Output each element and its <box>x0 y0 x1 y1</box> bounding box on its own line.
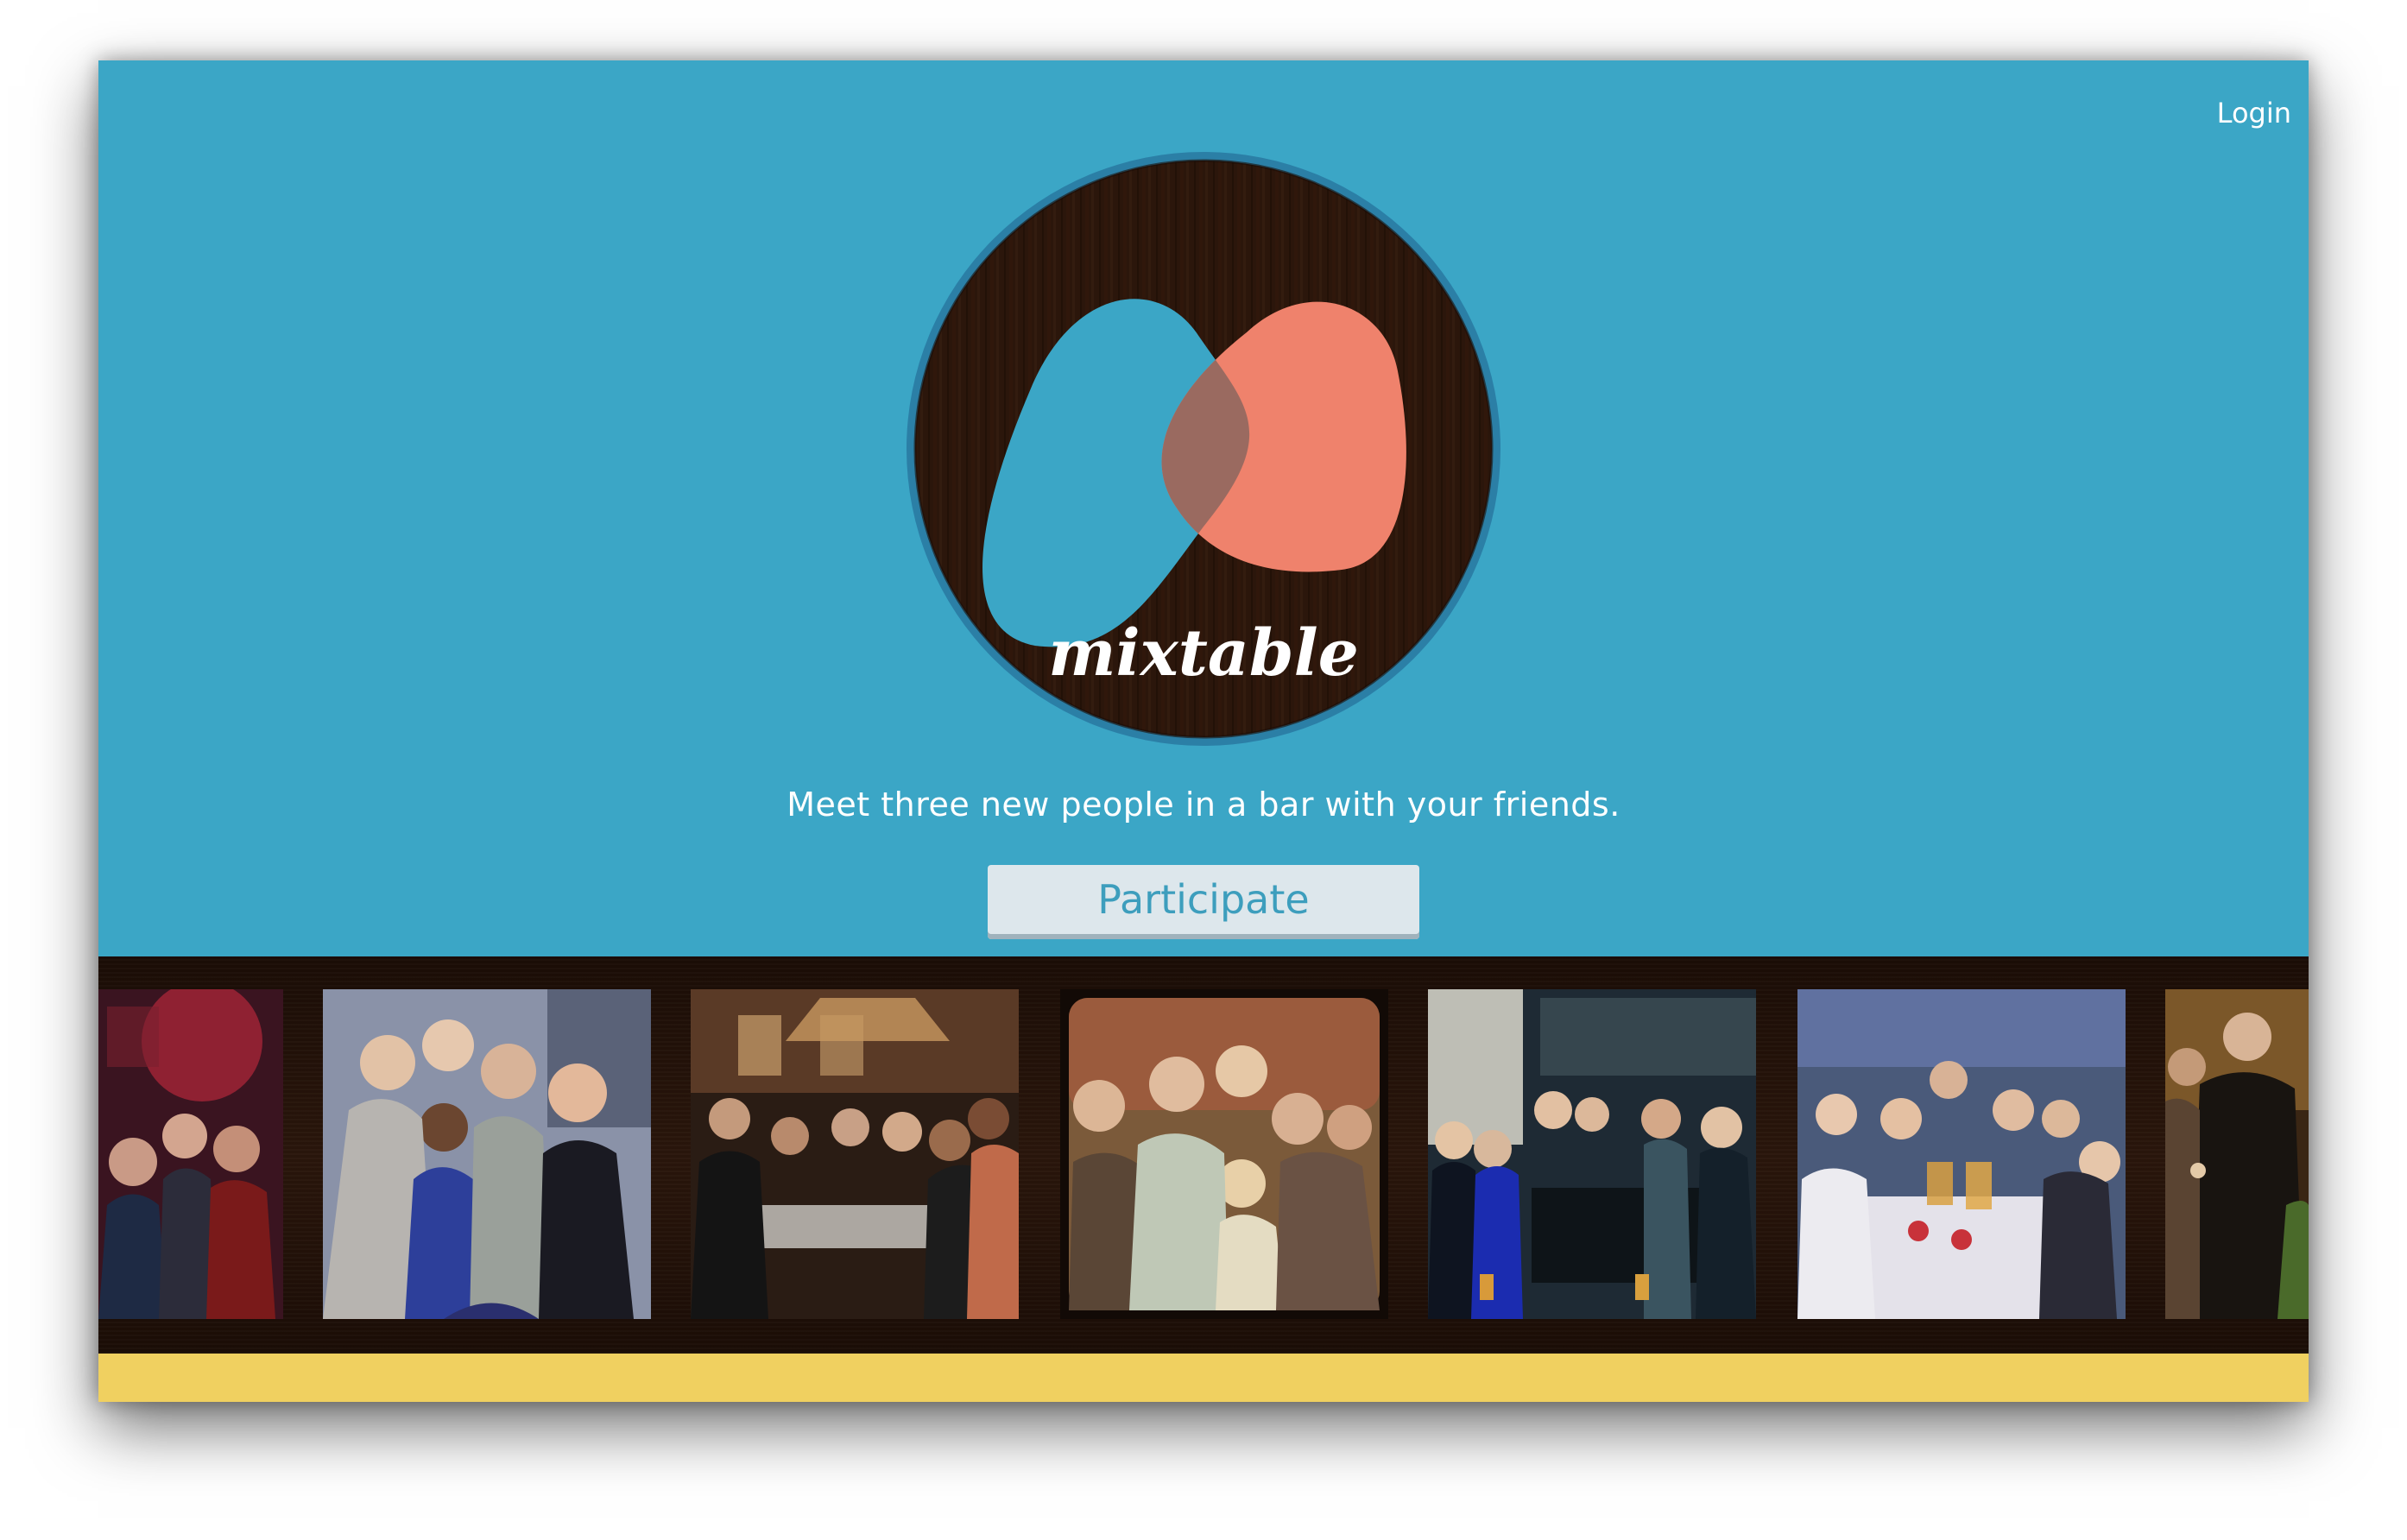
bar-group-photo-icon[interactable] <box>1797 989 2126 1319</box>
participate-button[interactable]: Participate <box>988 865 1419 939</box>
photo-strip <box>98 956 2309 1354</box>
footer-bar <box>98 1354 2309 1402</box>
bar-group-photo-icon[interactable] <box>1060 989 1388 1319</box>
tagline: Meet three new people in a bar with your… <box>787 786 1620 824</box>
bar-group-photo-icon[interactable] <box>323 989 651 1319</box>
app-window: Login mixtable Meet three new people in … <box>98 60 2309 1402</box>
mixtable-logo: mixtable <box>901 147 1506 751</box>
bar-group-photo-icon[interactable] <box>691 989 1019 1319</box>
bar-group-photo-icon[interactable] <box>1428 989 1756 1319</box>
bar-group-photo-icon[interactable] <box>98 989 283 1319</box>
login-link[interactable]: Login <box>2217 97 2291 129</box>
mixtable-logo-icon: mixtable <box>907 152 1500 746</box>
bar-group-photo-icon[interactable] <box>2165 989 2309 1319</box>
logo-wordmark: mixtable <box>1048 616 1359 691</box>
